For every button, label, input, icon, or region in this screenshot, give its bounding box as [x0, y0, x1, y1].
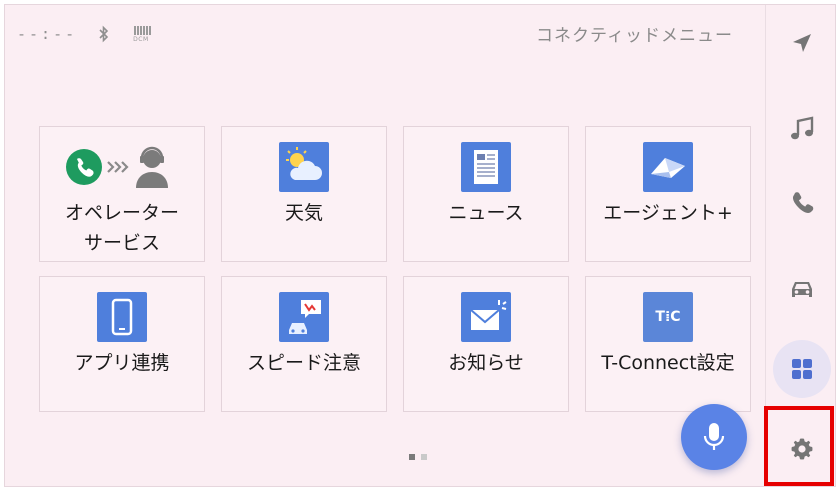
tile-news[interactable]: ニュース — [403, 126, 569, 262]
tile-label: ニュース — [448, 202, 524, 224]
page-title: コネクティッドメニュー — [536, 26, 733, 46]
sidebar-item-navigation[interactable] — [778, 19, 826, 67]
page-indicator — [409, 454, 427, 460]
signal-label: DCM — [133, 36, 149, 43]
tile-label: エージェント+ — [603, 202, 733, 224]
main-area: --:-- DCM コネクティッドメニュー オペレーター サービス 天気 ニュー… — [5, 5, 765, 486]
microphone-icon — [703, 423, 725, 450]
agent-icon — [643, 142, 693, 192]
tile-label: スピード注意 — [246, 352, 361, 374]
tconnect-icon: T⁞C — [643, 292, 693, 342]
clock: --:-- — [17, 25, 78, 43]
tile-label: お知らせ — [448, 352, 524, 374]
page-dot-2[interactable] — [421, 454, 427, 460]
tile-app-link[interactable]: アプリ連携 — [39, 276, 205, 412]
tile-tconnect-settings[interactable]: T⁞C T-Connect設定 — [585, 276, 751, 412]
sidebar-item-phone[interactable] — [778, 179, 826, 227]
tile-label: T-Connect設定 — [601, 352, 735, 374]
car-icon — [792, 282, 812, 297]
tile-weather[interactable]: 天気 — [221, 126, 387, 262]
navigation-arrow-icon — [793, 34, 811, 52]
page-dot-1[interactable] — [409, 454, 415, 460]
news-icon — [461, 142, 511, 192]
voice-input-button[interactable] — [681, 404, 747, 470]
settings-highlight-box — [764, 406, 834, 486]
tile-notices[interactable]: お知らせ — [403, 276, 569, 412]
menu-grid: オペレーター サービス 天気 ニュース エージェント+ アプリ連携 スピード注意… — [39, 126, 751, 412]
connected-menu-screen: --:-- DCM コネクティッドメニュー オペレーター サービス 天気 ニュー… — [4, 4, 836, 487]
operator-icon — [66, 142, 178, 192]
sidebar-item-audio[interactable] — [778, 105, 826, 153]
bluetooth-icon — [99, 25, 109, 43]
sidebar-item-apps[interactable] — [773, 340, 831, 398]
music-note-icon — [791, 116, 814, 140]
smartphone-icon — [97, 292, 147, 342]
tile-operator-service[interactable]: オペレーター サービス — [39, 126, 205, 262]
tile-agent-plus[interactable]: エージェント+ — [585, 126, 751, 262]
phone-icon — [792, 192, 814, 213]
speed-alert-icon — [279, 292, 329, 342]
tile-label: アプリ連携 — [74, 352, 170, 374]
grid-icon — [792, 359, 812, 379]
sidebar-item-car[interactable] — [778, 265, 826, 313]
tconnect-icon-text: T⁞C — [655, 309, 681, 325]
mail-icon — [461, 292, 511, 342]
status-bar: --:-- DCM — [17, 21, 153, 47]
signal-dcm-icon: DCM — [133, 25, 153, 43]
weather-icon — [279, 142, 329, 192]
tile-label: 天気 — [284, 202, 323, 224]
tile-speed-caution[interactable]: スピード注意 — [221, 276, 387, 412]
tile-label: オペレーター サービス — [64, 202, 179, 254]
